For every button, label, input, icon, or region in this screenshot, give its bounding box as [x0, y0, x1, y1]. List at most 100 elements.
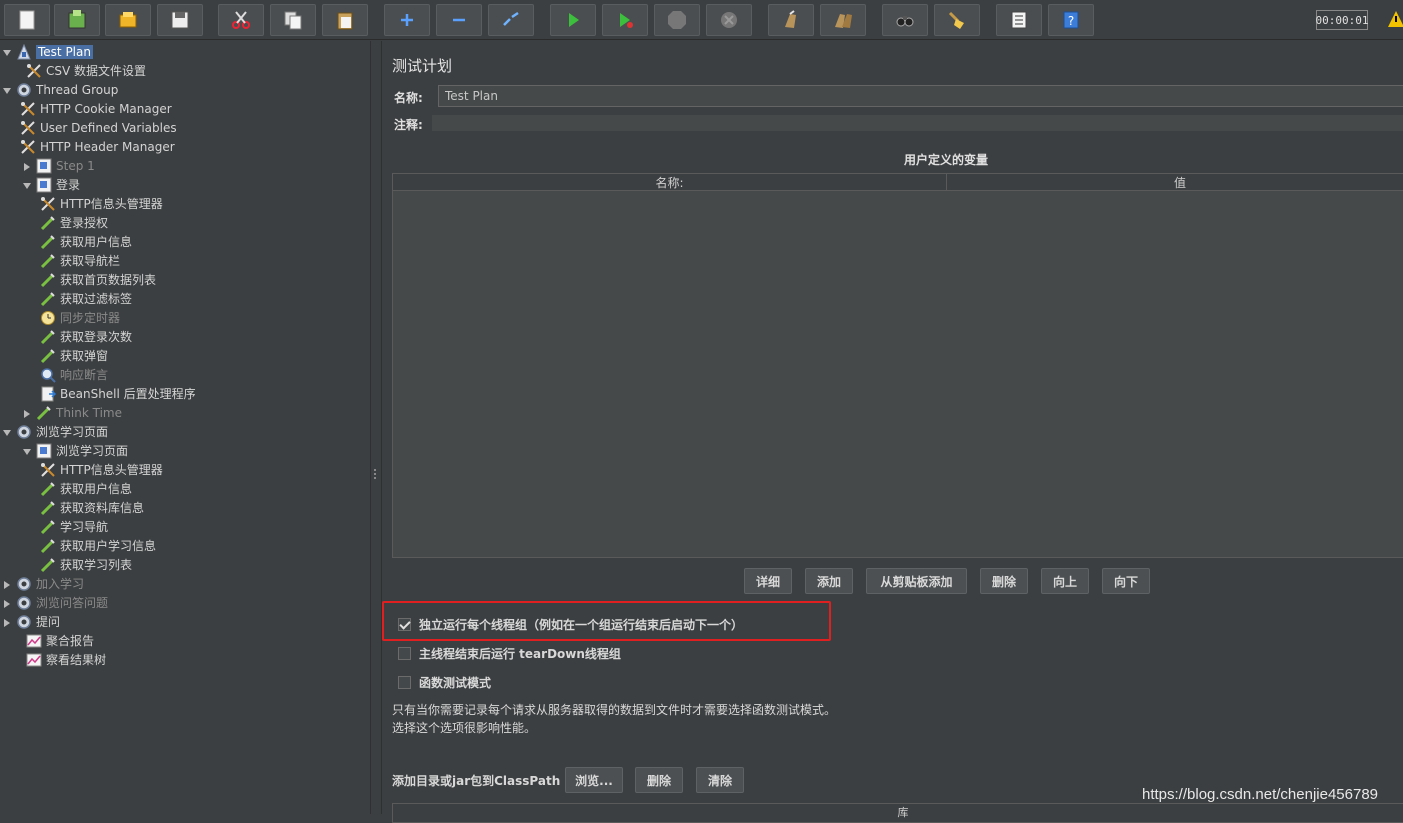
- tree-item[interactable]: 加入学习: [2, 574, 84, 593]
- classpath-delete-button[interactable]: 删除: [635, 767, 683, 793]
- expanded-arrow-icon[interactable]: [22, 180, 32, 190]
- tree-item[interactable]: 获取首页数据列表: [40, 270, 156, 289]
- templates-icon[interactable]: [54, 4, 100, 36]
- tree-item[interactable]: Step 1: [22, 156, 95, 175]
- tree-item-label: HTTP Cookie Manager: [40, 101, 172, 116]
- collapsed-arrow-icon[interactable]: [2, 598, 12, 608]
- save-icon[interactable]: [157, 4, 203, 36]
- tree-item[interactable]: 同步定时器: [40, 308, 120, 327]
- collapse-icon[interactable]: [436, 4, 482, 36]
- svg-text:?: ?: [1068, 14, 1074, 28]
- tree-item[interactable]: 获取用户学习信息: [40, 536, 156, 555]
- warning-icon[interactable]: [1388, 10, 1403, 28]
- tree-item[interactable]: 获取资料库信息: [40, 498, 144, 517]
- collapsed-arrow-icon[interactable]: [2, 617, 12, 627]
- teardown-option[interactable]: 主线程结束后运行 tearDown线程组: [398, 645, 621, 662]
- column-header-value[interactable]: 值: [947, 174, 1403, 191]
- teardown-checkbox[interactable]: [398, 647, 411, 660]
- paste-icon[interactable]: [322, 4, 368, 36]
- tree-item[interactable]: 登录授权: [40, 213, 108, 232]
- open-icon[interactable]: [105, 4, 151, 36]
- comment-input[interactable]: [432, 115, 1403, 131]
- tree-item[interactable]: 获取学习列表: [40, 555, 132, 574]
- functional-mode-option[interactable]: 函数测试模式: [398, 674, 491, 691]
- tree-item[interactable]: 浏览学习页面: [22, 441, 128, 460]
- tree-item[interactable]: CSV 数据文件设置: [26, 61, 146, 80]
- tree-item[interactable]: 提问: [2, 612, 60, 631]
- expand-icon[interactable]: [384, 4, 430, 36]
- test-plan-panel: 测试计划 名称: 注释: 用户定义的变量 名称: 值 详细 添加 从剪贴板添加 …: [382, 41, 1403, 823]
- classpath-clear-button[interactable]: 清除: [696, 767, 744, 793]
- elapsed-timer: 00:00:01: [1316, 10, 1369, 30]
- tree-item[interactable]: HTTP Header Manager: [20, 137, 175, 156]
- function-helper-icon[interactable]: [996, 4, 1042, 36]
- tree-item[interactable]: 响应断言: [40, 365, 108, 384]
- sampler-icon: [40, 215, 56, 231]
- start-icon[interactable]: [550, 4, 596, 36]
- tree-item[interactable]: BeanShell 后置处理程序: [40, 384, 196, 403]
- serialize-threadgroups-option[interactable]: 独立运行每个线程组（例如在一个组运行结束后启动下一个）: [398, 616, 743, 633]
- user-vars-table[interactable]: 名称: 值: [392, 173, 1403, 558]
- tree-item[interactable]: Think Time: [22, 403, 122, 422]
- copy-icon[interactable]: [270, 4, 316, 36]
- test-plan-tree[interactable]: Test Plan CSV 数据文件设置 Thread Group HTTP Cook…: [0, 41, 370, 814]
- new-icon[interactable]: [4, 4, 50, 36]
- config-icon: [20, 139, 36, 155]
- tree-item[interactable]: HTTP信息头管理器: [40, 460, 163, 479]
- help-icon[interactable]: ?: [1048, 4, 1094, 36]
- tree-item[interactable]: 察看结果树: [26, 650, 106, 669]
- name-input[interactable]: [438, 85, 1403, 107]
- collapsed-arrow-icon[interactable]: [22, 161, 32, 171]
- collapsed-arrow-icon[interactable]: [22, 408, 32, 418]
- splitter[interactable]: [370, 41, 382, 814]
- delete-button[interactable]: 删除: [980, 568, 1028, 594]
- expanded-arrow-icon[interactable]: [2, 427, 12, 437]
- tree-item[interactable]: 获取登录次数: [40, 327, 132, 346]
- tree-item[interactable]: HTTP信息头管理器: [40, 194, 163, 213]
- tree-item[interactable]: 浏览问答问题: [2, 593, 108, 612]
- clear-all-icon[interactable]: [820, 4, 866, 36]
- expanded-arrow-icon[interactable]: [22, 446, 32, 456]
- tree-item[interactable]: 获取用户信息: [40, 232, 132, 251]
- expanded-arrow-icon[interactable]: [2, 47, 12, 57]
- tree-item[interactable]: 获取用户信息: [40, 479, 132, 498]
- config-icon: [40, 462, 56, 478]
- clear-icon[interactable]: [768, 4, 814, 36]
- tree-item-label: 获取用户信息: [60, 235, 133, 249]
- serialize-threadgroups-checkbox[interactable]: [398, 618, 411, 631]
- tree-item[interactable]: Test Plan: [2, 42, 93, 61]
- start-no-pause-icon[interactable]: [602, 4, 648, 36]
- browse-button[interactable]: 浏览...: [565, 767, 623, 793]
- functional-mode-checkbox[interactable]: [398, 676, 411, 689]
- library-table[interactable]: 库: [392, 803, 1403, 823]
- tree-item[interactable]: 获取导航栏: [40, 251, 120, 270]
- reset-search-icon[interactable]: [934, 4, 980, 36]
- add-button[interactable]: 添加: [805, 568, 853, 594]
- tree-item[interactable]: 获取弹窗: [40, 346, 108, 365]
- tree-item-label: 获取学习列表: [60, 558, 133, 572]
- detail-button[interactable]: 详细: [744, 568, 792, 594]
- tree-item-label: 察看结果树: [46, 653, 107, 667]
- column-header-name[interactable]: 名称:: [393, 174, 947, 191]
- search-icon[interactable]: [882, 4, 928, 36]
- add-from-clipboard-button[interactable]: 从剪贴板添加: [866, 568, 967, 594]
- tree-item[interactable]: 获取过滤标签: [40, 289, 132, 308]
- stop-icon[interactable]: [654, 4, 700, 36]
- tree-item[interactable]: 聚合报告: [26, 631, 94, 650]
- shutdown-icon[interactable]: [706, 4, 752, 36]
- tree-item[interactable]: 学习导航: [40, 517, 108, 536]
- collapsed-arrow-icon[interactable]: [2, 579, 12, 589]
- move-up-button[interactable]: 向上: [1041, 568, 1089, 594]
- move-down-button[interactable]: 向下: [1102, 568, 1150, 594]
- tree-item[interactable]: 登录: [22, 175, 80, 194]
- cut-icon[interactable]: [218, 4, 264, 36]
- tree-item[interactable]: 浏览学习页面: [2, 422, 108, 441]
- tree-item[interactable]: Thread Group: [2, 80, 118, 99]
- column-header-library[interactable]: 库: [393, 804, 1403, 819]
- gear-icon: [16, 576, 32, 592]
- toggle-icon[interactable]: [488, 4, 534, 36]
- tree-item[interactable]: User Defined Variables: [20, 118, 177, 137]
- expanded-arrow-icon[interactable]: [2, 85, 12, 95]
- tree-item[interactable]: HTTP Cookie Manager: [20, 99, 172, 118]
- grip-icon: [374, 469, 376, 479]
